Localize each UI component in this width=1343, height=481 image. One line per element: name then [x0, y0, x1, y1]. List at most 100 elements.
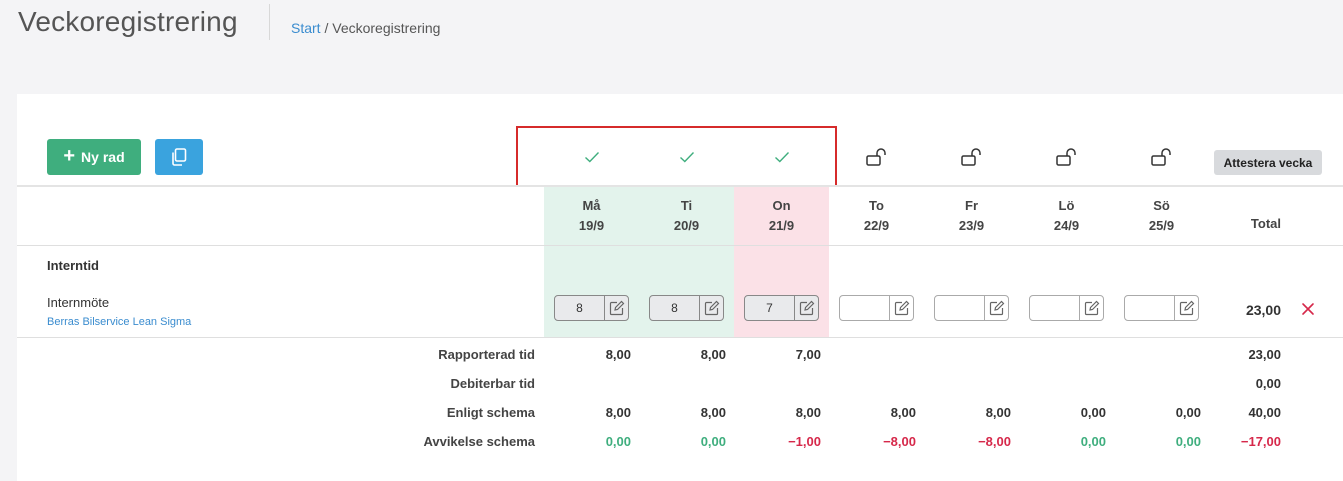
- day-name: On: [772, 198, 791, 213]
- hours-value[interactable]: 8: [650, 296, 699, 320]
- title-divider: [269, 4, 270, 40]
- summary-value: 8,00: [795, 405, 821, 420]
- day-name: Lö: [1058, 198, 1075, 213]
- edit-button[interactable]: [1174, 296, 1198, 320]
- new-row-label: Ny rad: [81, 149, 125, 165]
- summary-total: −17,00: [1240, 434, 1281, 449]
- summary-total: 23,00: [1248, 347, 1281, 362]
- summary-value: 8,00: [700, 347, 726, 362]
- day-name: To: [869, 198, 884, 213]
- edit-icon: [989, 300, 1004, 316]
- breadcrumb-current: Veckoregistrering: [332, 20, 441, 36]
- summary-value: 0,00: [1175, 434, 1201, 449]
- hours-input-so[interactable]: [1124, 295, 1199, 321]
- day-name: Sö: [1153, 198, 1170, 213]
- page-title: Veckoregistrering: [18, 6, 238, 37]
- hours-value[interactable]: [1030, 296, 1079, 320]
- day-name: Ti: [680, 198, 693, 213]
- day-header-on: On 21/9: [734, 196, 829, 236]
- hours-value[interactable]: [840, 296, 889, 320]
- day-status-on: [734, 142, 829, 172]
- summary-value: 8,00: [985, 405, 1011, 420]
- hours-input-ti[interactable]: 8: [649, 295, 724, 321]
- header-bottom-divider: [17, 245, 1343, 246]
- breadcrumb: Start / Veckoregistrering: [291, 20, 440, 36]
- hours-input-to[interactable]: [839, 295, 914, 321]
- plus-icon: +: [63, 145, 76, 167]
- week-registration-card: + Ny rad Attestera vecka Må 19/9 Ti 20/9 On 2…: [17, 94, 1343, 481]
- day-date: 23/9: [958, 218, 985, 233]
- summary-value: −1,00: [788, 434, 821, 449]
- day-date: 25/9: [1148, 218, 1175, 233]
- day-header-fr: Fr 23/9: [924, 196, 1019, 236]
- edit-icon: [609, 300, 624, 316]
- summary-value: 0,00: [1175, 405, 1201, 420]
- summary-divider: [17, 337, 1343, 338]
- summary-value: 8,00: [890, 405, 916, 420]
- summary-label-enligt-schema: Enligt schema: [446, 405, 535, 420]
- copy-button[interactable]: [155, 139, 203, 175]
- day-header-ma: Må 19/9: [544, 196, 639, 236]
- hours-input-on[interactable]: 7: [744, 295, 819, 321]
- group-label: Interntid: [47, 258, 99, 273]
- day-date: 19/9: [578, 218, 605, 233]
- day-status-fr[interactable]: [924, 142, 1019, 172]
- day-header-lo: Lö 24/9: [1019, 196, 1114, 236]
- summary-value: 8,00: [605, 405, 631, 420]
- attest-week-button[interactable]: Attestera vecka: [1214, 150, 1322, 175]
- summary-label-avvikelse-schema: Avvikelse schema: [423, 434, 535, 449]
- hours-value[interactable]: [1125, 296, 1174, 320]
- hours-input-ma[interactable]: 8: [554, 295, 629, 321]
- breadcrumb-separator: /: [324, 20, 329, 36]
- summary-value: 0,00: [1080, 405, 1106, 420]
- edit-button[interactable]: [889, 296, 913, 320]
- hours-input-lo[interactable]: [1029, 295, 1104, 321]
- row-project-link[interactable]: Berras Bilservice Lean Sigma: [47, 316, 191, 328]
- unlock-icon: [865, 148, 886, 166]
- edit-icon: [1084, 300, 1099, 316]
- summary-value: 0,00: [605, 434, 631, 449]
- close-icon[interactable]: [1301, 302, 1315, 316]
- day-name: Må: [582, 198, 601, 213]
- edit-button[interactable]: [604, 296, 628, 320]
- row-title: Internmöte: [47, 295, 110, 310]
- edit-button[interactable]: [984, 296, 1008, 320]
- edit-icon: [894, 300, 909, 316]
- summary-total: 40,00: [1248, 405, 1281, 420]
- summary-label-rapporterad-tid: Rapporterad tid: [438, 347, 535, 362]
- day-status-ti: [639, 142, 734, 172]
- summary-total: 0,00: [1255, 376, 1281, 391]
- edit-icon: [1179, 300, 1194, 316]
- day-status-to[interactable]: [829, 142, 924, 172]
- hours-input-fr[interactable]: [934, 295, 1009, 321]
- summary-value: 8,00: [700, 405, 726, 420]
- day-status-lo[interactable]: [1019, 142, 1114, 172]
- day-date: 21/9: [768, 218, 795, 233]
- day-date: 22/9: [863, 218, 890, 233]
- row-total: 23,00: [1245, 302, 1281, 318]
- day-date: 24/9: [1053, 218, 1080, 233]
- total-column-header: Total: [1250, 216, 1281, 231]
- hours-value[interactable]: 7: [745, 296, 794, 320]
- day-header-to: To 22/9: [829, 196, 924, 236]
- hours-value[interactable]: 8: [555, 296, 604, 320]
- checkmark-icon: [584, 152, 599, 163]
- summary-value: 0,00: [1080, 434, 1106, 449]
- breadcrumb-home-link[interactable]: Start: [291, 20, 321, 36]
- edit-button[interactable]: [1079, 296, 1103, 320]
- edit-icon: [799, 300, 814, 316]
- unlock-icon: [1150, 148, 1171, 166]
- day-status-so[interactable]: [1114, 142, 1209, 172]
- edit-button[interactable]: [699, 296, 723, 320]
- checkmark-icon: [679, 152, 694, 163]
- summary-value: 0,00: [700, 434, 726, 449]
- edit-button[interactable]: [794, 296, 818, 320]
- summary-label-debiterbar-tid: Debiterbar tid: [450, 376, 535, 391]
- hours-value[interactable]: [935, 296, 984, 320]
- edit-icon: [704, 300, 719, 316]
- summary-value: 8,00: [605, 347, 631, 362]
- new-row-button[interactable]: + Ny rad: [47, 139, 141, 175]
- copy-icon: [172, 148, 187, 166]
- day-header-so: Sö 25/9: [1114, 196, 1209, 236]
- summary-value: −8,00: [978, 434, 1011, 449]
